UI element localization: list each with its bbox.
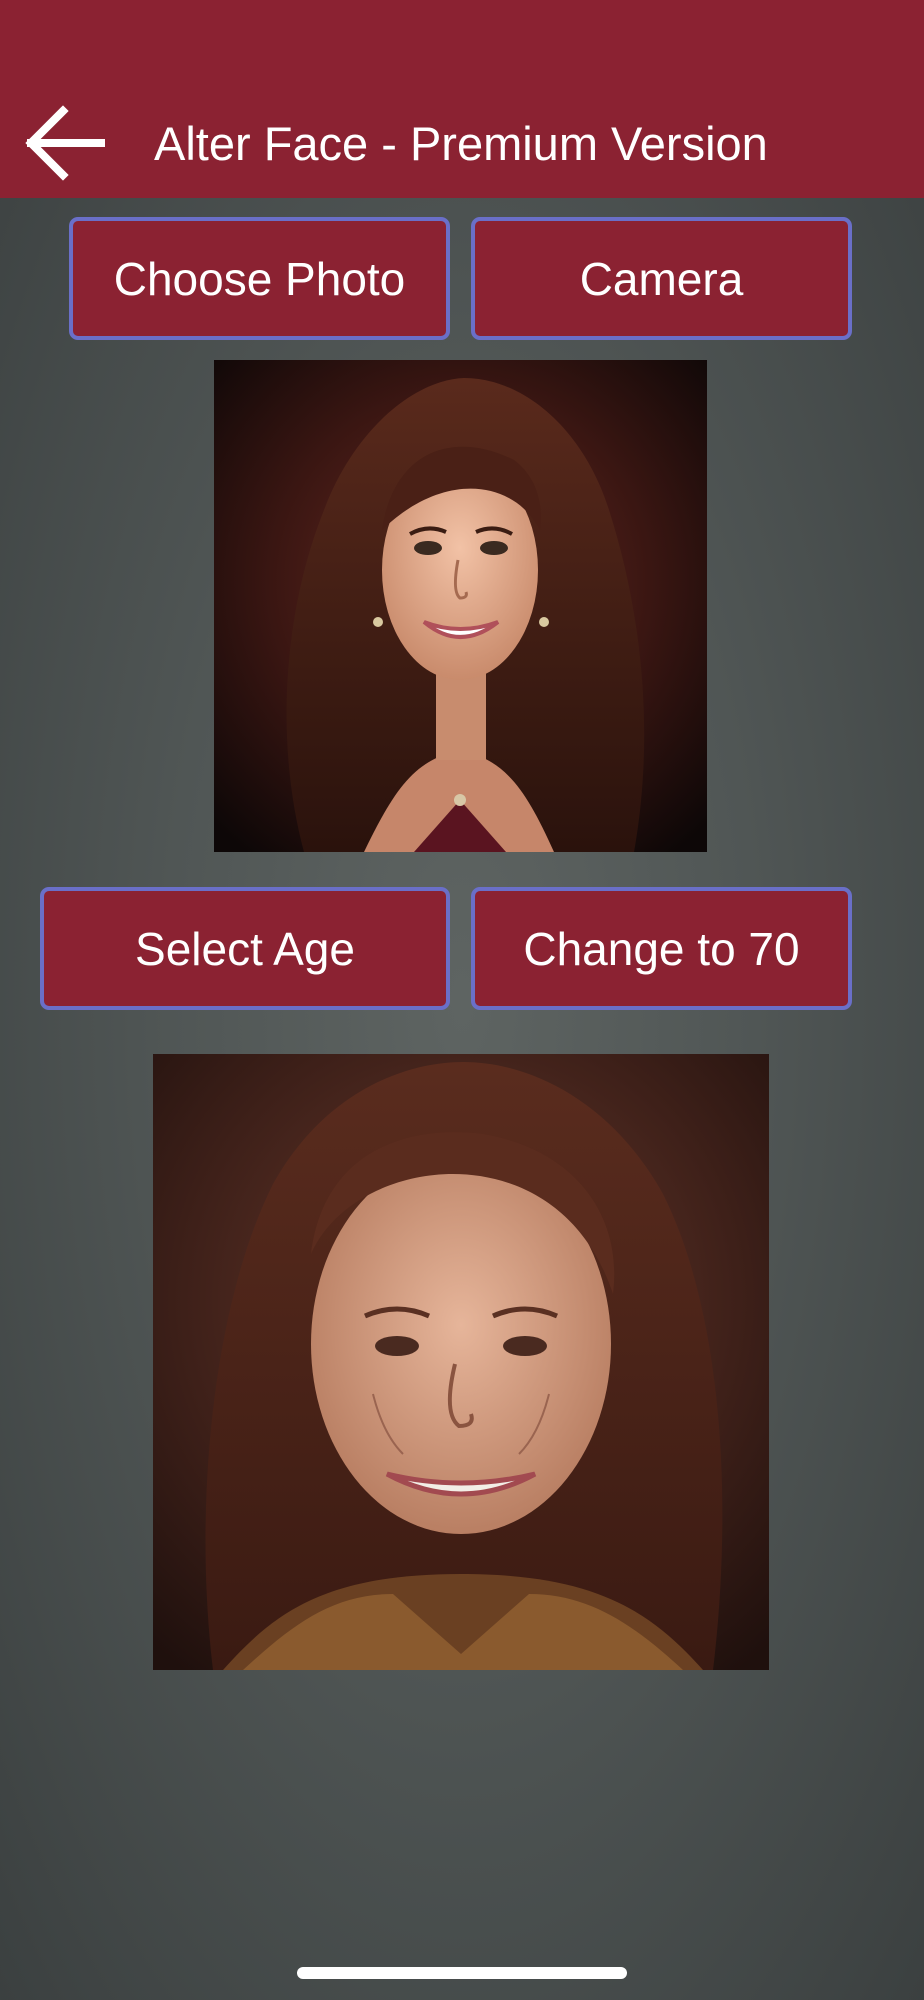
original-photo: [214, 360, 707, 852]
app-header: Alter Face - Premium Version: [0, 0, 924, 198]
app-screen: Alter Face - Premium Version Choose Phot…: [0, 0, 924, 2000]
change-age-button[interactable]: Change to 70: [471, 887, 852, 1010]
arrow-left-icon: [25, 105, 105, 181]
camera-button[interactable]: Camera: [471, 217, 852, 340]
choose-photo-button[interactable]: Choose Photo: [69, 217, 450, 340]
back-button[interactable]: [22, 100, 108, 186]
home-indicator[interactable]: [297, 1967, 627, 1979]
select-age-button[interactable]: Select Age: [40, 887, 450, 1010]
aged-photo: [153, 1054, 769, 1670]
page-title: Alter Face - Premium Version: [154, 117, 768, 170]
